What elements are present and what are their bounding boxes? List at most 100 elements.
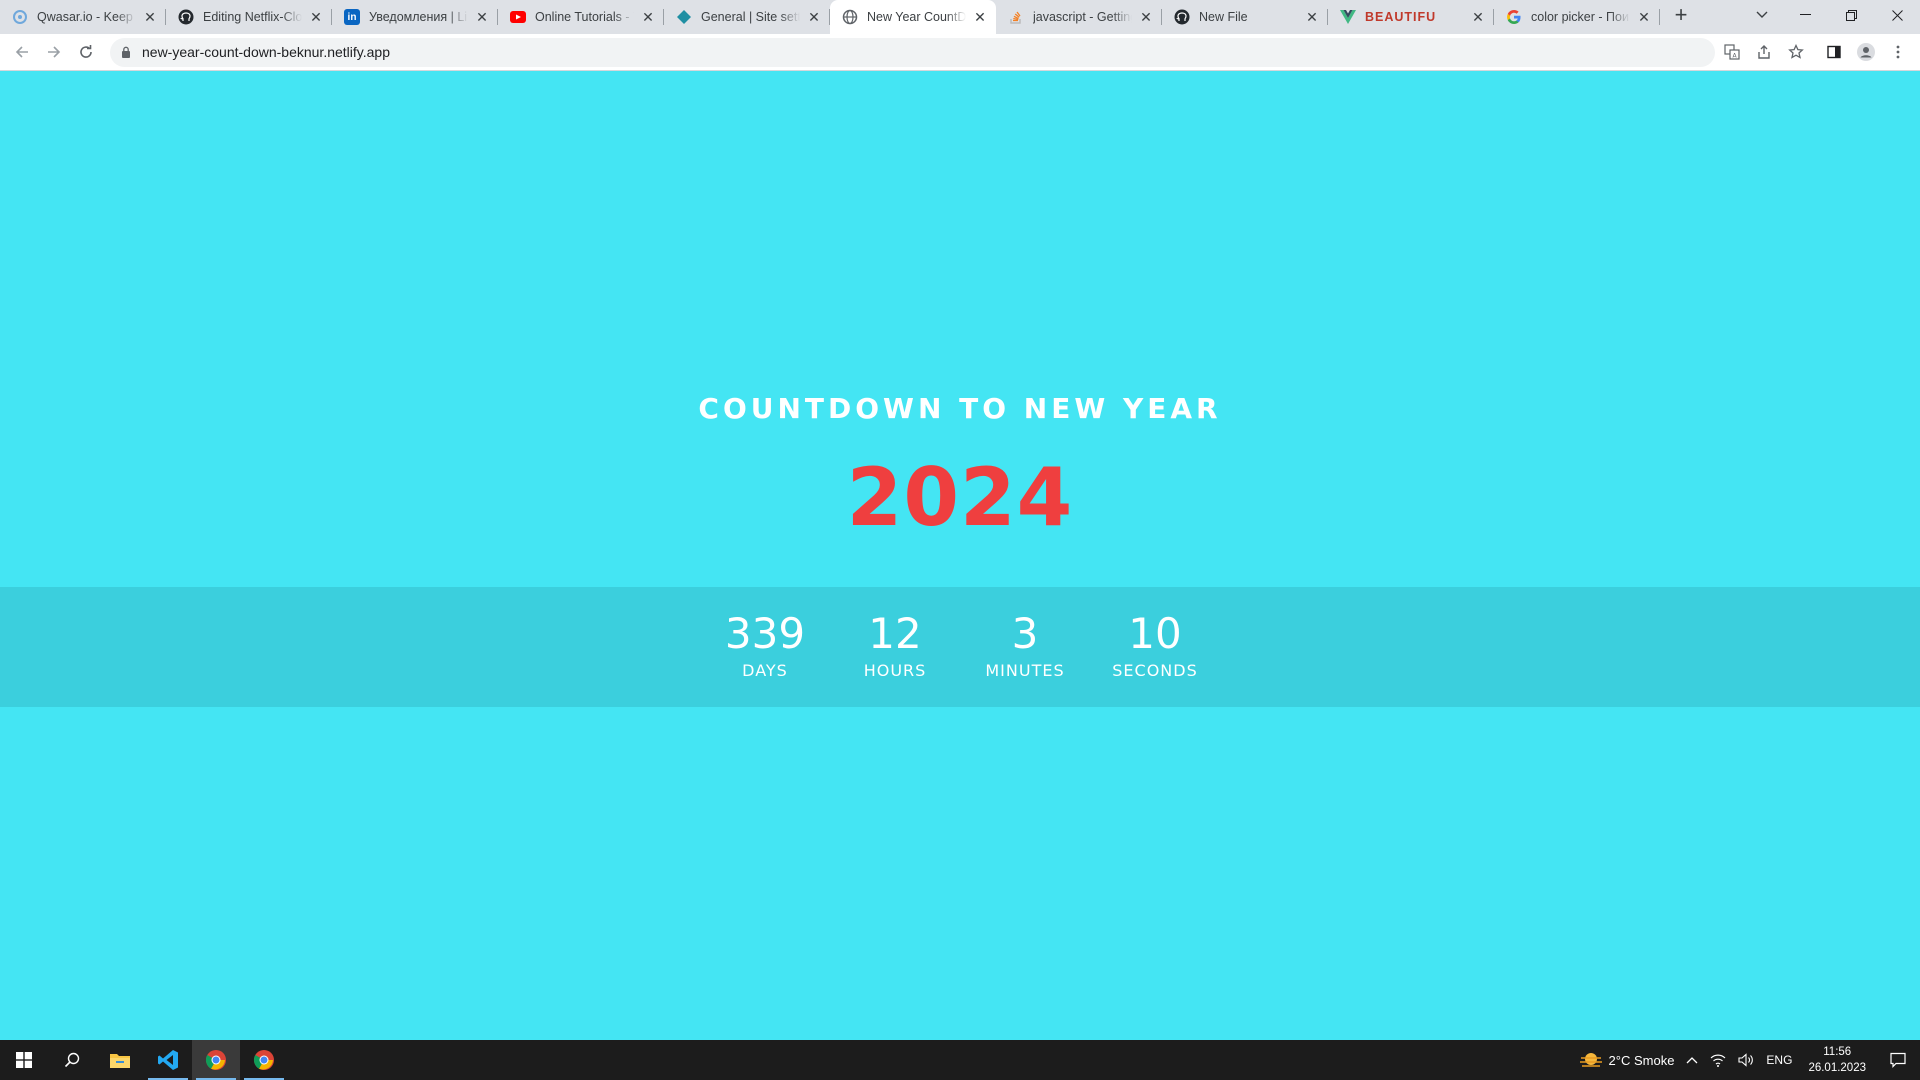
close-icon[interactable]: ✕ <box>1636 9 1652 25</box>
close-icon[interactable]: ✕ <box>1138 9 1154 25</box>
linkedin-icon: in <box>344 9 360 25</box>
tab-qwasar[interactable]: Qwasar.io - Keep G ✕ <box>0 0 166 34</box>
translate-icon[interactable]: A <box>1716 36 1748 68</box>
tab-title: New Year CountDo <box>867 10 966 24</box>
tab-github-netflix[interactable]: Editing Netflix-Clon ✕ <box>166 0 332 34</box>
hours-label: HOURS <box>863 661 927 680</box>
qwasar-icon <box>12 9 28 25</box>
toolbar-actions: A <box>1716 36 1914 68</box>
days-label: DAYS <box>742 661 788 680</box>
forward-button[interactable] <box>38 36 70 68</box>
clock[interactable]: 11:56 26.01.2023 <box>1798 1044 1876 1076</box>
windows-taskbar: 2°C Smoke ENG 11:56 26.01.2023 <box>0 1040 1920 1080</box>
system-tray: 2°C Smoke ENG 11:56 26.01.2023 <box>1573 1040 1920 1080</box>
youtube-icon <box>510 9 526 25</box>
tab-list: Qwasar.io - Keep G ✕ Editing Netflix-Clo… <box>0 0 1696 34</box>
stackoverflow-icon <box>1008 9 1024 25</box>
tab-github-new-file[interactable]: New File ✕ <box>1162 0 1328 34</box>
network-button[interactable] <box>1704 1040 1732 1080</box>
close-icon[interactable]: ✕ <box>308 9 324 25</box>
weather-widget[interactable]: 2°C Smoke <box>1573 1040 1681 1080</box>
bookmark-star-icon[interactable] <box>1780 36 1812 68</box>
file-explorer-button[interactable] <box>96 1040 144 1080</box>
search-button[interactable] <box>48 1040 96 1080</box>
countdown-seconds: 10 SECONDS <box>1090 609 1220 681</box>
tab-title: BEAUTIFU <box>1365 10 1437 24</box>
notifications-button[interactable] <box>1876 1040 1920 1080</box>
close-icon[interactable]: ✕ <box>474 9 490 25</box>
reload-icon <box>80 45 92 58</box>
chrome-icon <box>205 1050 226 1070</box>
new-tab-button[interactable]: + <box>1666 0 1696 30</box>
weather-smoke-icon <box>1579 1053 1602 1067</box>
close-icon[interactable]: ✕ <box>806 9 822 25</box>
tab-title: Online Tutorials - Y <box>535 10 634 24</box>
tab-search-chevron-icon[interactable] <box>1742 0 1782 30</box>
volume-button[interactable] <box>1732 1040 1760 1080</box>
language-indicator[interactable]: ENG <box>1760 1040 1798 1080</box>
show-hidden-icons-button[interactable] <box>1680 1040 1704 1080</box>
windows-logo-icon <box>16 1052 32 1068</box>
address-bar[interactable]: new-year-count-down-beknur.netlify.app <box>110 37 1715 67</box>
share-icon[interactable] <box>1748 36 1780 68</box>
countdown-hours: 12 HOURS <box>830 609 960 681</box>
tab-title: General | Site settin <box>701 10 800 24</box>
minimize-button[interactable] <box>1782 0 1828 30</box>
arrow-right-icon <box>48 46 61 58</box>
tab-title: Editing Netflix-Clon <box>203 10 302 24</box>
tab-beautiful[interactable]: BEAUTIFU ✕ <box>1328 0 1494 34</box>
countdown-heading: COUNTDOWN TO NEW YEAR <box>698 392 1222 425</box>
kebab-menu-icon[interactable] <box>1882 36 1914 68</box>
google-icon <box>1506 9 1522 25</box>
restore-button[interactable] <box>1828 0 1874 30</box>
tab-google-color-picker[interactable]: color picker - Пои ✕ <box>1494 0 1660 34</box>
github-icon <box>1174 9 1190 25</box>
clock-date: 26.01.2023 <box>1808 1062 1866 1074</box>
side-panel-icon[interactable] <box>1818 36 1850 68</box>
tab-stackoverflow[interactable]: javascript - Getting ✕ <box>996 0 1162 34</box>
chrome-button-second[interactable] <box>240 1040 288 1080</box>
clock-time: 11:56 <box>1823 1046 1852 1058</box>
tab-title: Qwasar.io - Keep G <box>37 10 136 24</box>
back-button[interactable] <box>6 36 38 68</box>
minutes-value: 3 <box>1011 609 1039 658</box>
countdown-minutes: 3 MINUTES <box>960 609 1090 681</box>
hours-value: 12 <box>868 609 922 658</box>
browser-toolbar: new-year-count-down-beknur.netlify.app A <box>0 34 1920 71</box>
netlify-icon <box>676 9 692 25</box>
seconds-value: 10 <box>1128 609 1182 658</box>
tab-title: Уведомления | Lin <box>369 10 468 24</box>
tab-title: New File <box>1199 10 1248 24</box>
tab-title: color picker - Пои <box>1531 10 1629 24</box>
url-text[interactable]: new-year-count-down-beknur.netlify.app <box>142 44 390 60</box>
close-icon[interactable]: ✕ <box>640 9 656 25</box>
window-controls <box>1756 0 1920 30</box>
tab-netlify[interactable]: General | Site settin ✕ <box>664 0 830 34</box>
tab-title: javascript - Getting <box>1033 10 1132 24</box>
close-icon[interactable]: ✕ <box>142 9 158 25</box>
tab-new-year-countdown[interactable]: New Year CountDo ✕ <box>830 0 996 34</box>
chrome-button-active[interactable] <box>192 1040 240 1080</box>
github-icon <box>178 9 194 25</box>
page-content: COUNTDOWN TO NEW YEAR 2024 339 DAYS 12 H… <box>0 71 1920 1040</box>
tab-youtube[interactable]: Online Tutorials - Y ✕ <box>498 0 664 34</box>
network-icon <box>1711 1054 1726 1067</box>
search-icon <box>64 1052 80 1068</box>
close-icon[interactable]: ✕ <box>1470 9 1486 25</box>
vscode-button[interactable] <box>144 1040 192 1080</box>
lock-icon[interactable] <box>120 46 132 58</box>
vscode-icon <box>158 1050 178 1070</box>
speaker-icon <box>1738 1053 1754 1067</box>
start-button[interactable] <box>0 1040 48 1080</box>
close-icon[interactable]: ✕ <box>1304 9 1320 25</box>
minutes-label: MINUTES <box>985 661 1065 680</box>
profile-avatar-icon[interactable] <box>1850 36 1882 68</box>
close-icon[interactable]: ✕ <box>972 9 988 25</box>
notification-icon <box>1890 1052 1906 1068</box>
globe-icon <box>842 9 858 25</box>
reload-button[interactable] <box>70 36 102 68</box>
countdown-units: 339 DAYS 12 HOURS 3 MINUTES 10 SECONDS <box>0 587 1920 707</box>
close-window-button[interactable] <box>1874 0 1920 30</box>
chevron-up-icon <box>1686 1057 1698 1064</box>
tab-linkedin[interactable]: in Уведомления | Lin ✕ <box>332 0 498 34</box>
